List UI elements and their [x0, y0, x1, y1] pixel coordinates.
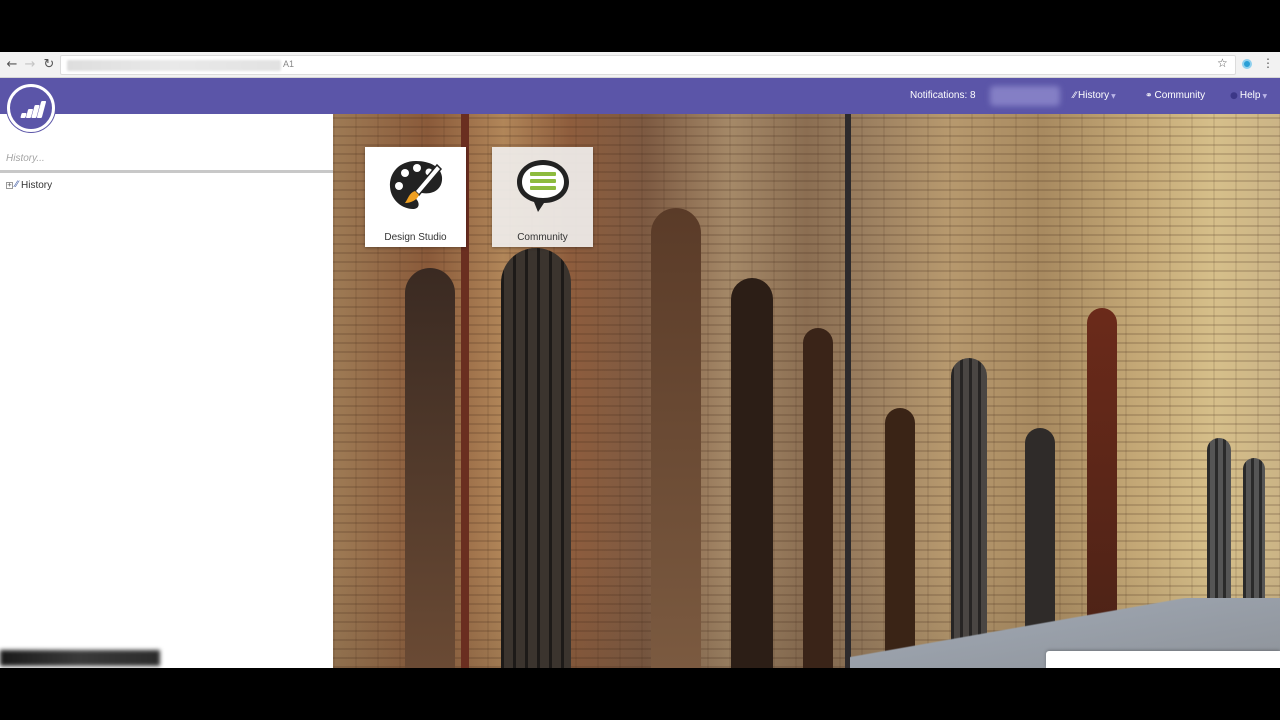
header-help-menu[interactable]: ● Help ▼	[1230, 90, 1267, 101]
header-history-label: History	[1078, 90, 1110, 101]
video-letterbox-bottom	[0, 668, 1280, 720]
design-studio-tile[interactable]: Design Studio	[365, 147, 466, 247]
extension-icon[interactable]	[1242, 59, 1252, 69]
help-icon: ●	[1230, 91, 1238, 101]
history-icon: ⁄⁄	[15, 180, 19, 190]
expand-icon[interactable]: +	[6, 181, 13, 189]
chevron-down-icon: ▼	[1262, 93, 1268, 100]
chat-widget-text	[1060, 661, 1063, 668]
chevron-down-icon: ▼	[1111, 93, 1116, 100]
bookmark-star-icon[interactable]: ☆	[1217, 56, 1228, 70]
palette-icon	[389, 161, 443, 209]
community-link-icon: ⚭	[1145, 91, 1153, 101]
address-bar[interactable]: A1	[60, 55, 1236, 75]
header-community-label: Community	[1154, 90, 1206, 101]
video-letterbox-top	[0, 0, 1280, 52]
tile-label: Design Studio	[384, 232, 447, 243]
address-suffix: A1	[283, 59, 295, 69]
back-arrow-icon[interactable]: ←	[3, 56, 21, 74]
reload-icon[interactable]: ↻	[40, 56, 58, 74]
left-sidebar: + ⁄⁄ History	[0, 114, 333, 668]
background-street-photo	[333, 114, 1280, 668]
history-icon: ⁄⁄	[1073, 91, 1077, 101]
history-search-input[interactable]	[6, 150, 326, 166]
redacted-user-name	[990, 86, 1060, 106]
header-history-menu[interactable]: ⁄⁄ History ▼	[1073, 90, 1116, 101]
community-tile[interactable]: Community	[492, 147, 593, 247]
header-help-label: Help	[1239, 90, 1261, 101]
chat-widget[interactable]	[1046, 651, 1280, 668]
header-community-link[interactable]: ⚭ Community	[1145, 90, 1205, 101]
speech-bubble-icon	[517, 160, 569, 212]
forward-arrow-icon[interactable]: →	[21, 56, 39, 74]
redacted-url	[67, 60, 281, 71]
browser-menu-icon[interactable]: ⋮	[1262, 56, 1274, 70]
notifications-link[interactable]: Notifications: 8	[910, 90, 976, 101]
app-logo[interactable]	[7, 84, 55, 132]
bar-chart-logo-icon	[20, 100, 47, 118]
redacted-footer	[0, 650, 160, 666]
tree-item-history[interactable]: + ⁄⁄ History	[6, 178, 52, 192]
tile-label: Community	[517, 232, 568, 243]
tree-item-label: History	[21, 179, 53, 191]
browser-toolbar: ← → ↻ A1 ☆ ⋮	[0, 52, 1280, 78]
search-divider	[0, 170, 333, 173]
